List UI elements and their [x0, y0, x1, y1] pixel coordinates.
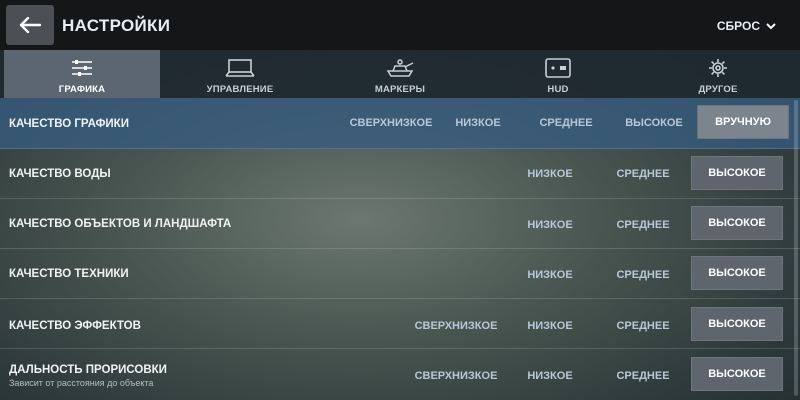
option-low[interactable]: НИЗКОЕ — [505, 269, 595, 281]
chevron-down-icon — [766, 22, 776, 29]
setting-vehicle-quality: КАЧЕСТВО ТЕХНИКИ НИЗКОЕ СРЕДНЕЕ ВЫСОКОЕ — [0, 248, 800, 299]
arrow-left-icon — [19, 17, 41, 33]
top-bar: НАСТРОЙКИ СБРОС — [0, 0, 800, 51]
page-title: НАСТРОЙКИ — [62, 16, 171, 35]
option-medium[interactable]: СРЕДНЕЕ — [598, 370, 688, 382]
option-ultra-low[interactable]: СВЕРХНИЗКОЕ — [411, 320, 501, 332]
sliders-icon — [71, 56, 93, 80]
tab-controls[interactable]: УПРАВЛЕНИЕ — [162, 50, 318, 98]
option-high-selected[interactable]: ВЫСОКОЕ — [691, 357, 783, 391]
reset-button[interactable]: СБРОС — [717, 19, 776, 33]
setting-objects-landscape-quality: КАЧЕСТВО ОБЪЕКТОВ И ЛАНДШАФТА НИЗКОЕ СРЕ… — [0, 198, 800, 249]
option-medium[interactable]: СРЕДНЕЕ — [598, 219, 688, 231]
option-medium[interactable]: СРЕДНЕЕ — [521, 117, 611, 129]
option-high[interactable]: ВЫСОКОЕ — [609, 117, 699, 129]
option-medium[interactable]: СРЕДНЕЕ — [598, 269, 688, 281]
setting-label: ДАЛЬНОСТЬ ПРОРИСОВКИ — [9, 364, 167, 376]
option-high-selected[interactable]: ВЫСОКОЕ — [691, 206, 783, 240]
option-high-selected[interactable]: ВЫСОКОЕ — [691, 156, 783, 190]
settings-tabs: ГРАФИКА УПРАВЛЕНИЕ МАРКЕРЫ HUD ДРУГОЕ — [0, 50, 800, 98]
option-manual-selected[interactable]: ВРУЧНУЮ — [697, 105, 789, 139]
setting-graphics-quality: КАЧЕСТВО ГРАФИКИ СВЕРХНИЗКОЕ НИЗКОЕ СРЕД… — [0, 98, 800, 149]
tab-label: HUD — [547, 84, 569, 95]
tab-label: ДРУГОЕ — [698, 84, 738, 95]
option-low[interactable]: НИЗКОЕ — [505, 168, 595, 180]
tab-label: УПРАВЛЕНИЕ — [206, 84, 274, 95]
setting-label: КАЧЕСТВО ОБЪЕКТОВ И ЛАНДШАФТА — [9, 218, 232, 230]
tab-markers[interactable]: МАРКЕРЫ — [322, 50, 478, 98]
option-low[interactable]: НИЗКОЕ — [433, 117, 523, 129]
option-low[interactable]: НИЗКОЕ — [505, 320, 595, 332]
setting-draw-distance: ДАЛЬНОСТЬ ПРОРИСОВКИ Зависит от расстоян… — [0, 350, 800, 400]
option-ultra-low[interactable]: СВЕРХНИЗКОЕ — [346, 117, 436, 129]
tab-hud[interactable]: HUD — [480, 50, 636, 98]
setting-description: Зависит от расстояния до объекта — [9, 378, 154, 388]
option-low[interactable]: НИЗКОЕ — [505, 219, 595, 231]
option-high-selected[interactable]: ВЫСОКОЕ — [691, 307, 783, 341]
tab-other[interactable]: ДРУГОЕ — [640, 50, 796, 98]
tab-label: МАРКЕРЫ — [374, 84, 426, 95]
setting-label: КАЧЕСТВО ТЕХНИКИ — [9, 268, 129, 280]
scrollbar[interactable] — [794, 100, 798, 396]
option-high-selected[interactable]: ВЫСОКОЕ — [691, 256, 783, 290]
reset-label: СБРОС — [716, 19, 760, 33]
setting-water-quality: КАЧЕСТВО ВОДЫ НИЗКОЕ СРЕДНЕЕ ВЫСОКОЕ — [0, 148, 800, 199]
setting-label: КАЧЕСТВО ГРАФИКИ — [9, 118, 129, 130]
option-ultra-low[interactable]: СВЕРХНИЗКОЕ — [411, 370, 501, 382]
option-medium[interactable]: СРЕДНЕЕ — [598, 168, 688, 180]
setting-effects-quality: КАЧЕСТВО ЭФФЕКТОВ СВЕРХНИЗКОЕ НИЗКОЕ СРЕ… — [0, 298, 800, 349]
tab-graphics[interactable]: ГРАФИКА — [4, 50, 160, 98]
option-low[interactable]: НИЗКОЕ — [505, 370, 595, 382]
tab-label: ГРАФИКА — [58, 84, 106, 95]
gear-icon — [708, 56, 728, 80]
monitor-icon — [225, 56, 255, 80]
option-medium[interactable]: СРЕДНЕЕ — [598, 320, 688, 332]
setting-label: КАЧЕСТВО ЭФФЕКТОВ — [9, 320, 141, 332]
setting-label: КАЧЕСТВО ВОДЫ — [9, 168, 111, 180]
back-button[interactable] — [6, 5, 54, 45]
tank-icon — [385, 56, 415, 80]
minimap-icon — [545, 56, 571, 80]
